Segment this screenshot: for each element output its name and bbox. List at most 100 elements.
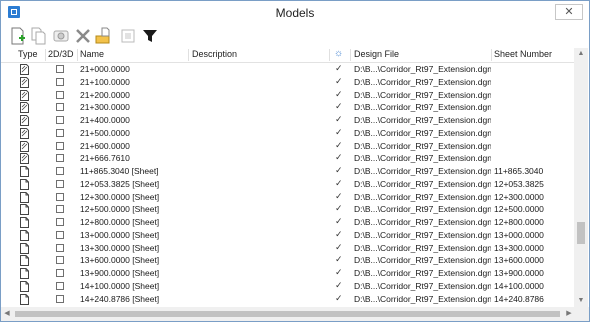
table-row[interactable]: 13+600.0000 [Sheet] ✓ D:\B...\Corridor_Rt9… [1,254,573,267]
2d3d-checkbox[interactable] [56,128,64,137]
design-file: D:\B...\Corridor_Rt97_Extension.dgn [354,76,491,87]
horizontal-scroll-thumb[interactable] [15,311,560,317]
table-row[interactable]: 12+500.0000 [Sheet] ✓ D:\B...\Corridor_Rt9… [1,203,573,216]
table-row[interactable]: 11+865.3040 [Sheet] ✓ D:\B...\Corridor_Rt9… [1,165,573,178]
new-model-icon[interactable] [9,27,27,45]
2d3d-checkbox[interactable] [56,294,64,303]
table-row[interactable]: 14+100.0000 [Sheet] ✓ D:\B...\Corridor_Rt9… [1,280,573,293]
sheet-number: 12+300.0000 [494,191,544,202]
vertical-scroll-thumb[interactable] [577,222,585,244]
2d3d-checkbox[interactable] [56,167,64,175]
column-name[interactable]: Name [80,49,104,59]
toolbar [1,25,589,47]
checkmark-icon: ✓ [335,165,343,175]
2d3d-checkbox[interactable] [56,230,64,239]
2d3d-checkbox[interactable] [56,269,64,277]
model-name: 21+400.0000 [80,115,130,125]
column-type[interactable]: Type [18,49,38,59]
table-row[interactable]: 14+240.8786 [Sheet] ✓ D:\B...\Corridor_Rt9… [1,293,573,306]
2d3d-checkbox[interactable] [56,243,64,252]
sheet-model-icon [20,166,29,177]
design-file: D:\B...\Corridor_Rt97_Extension.dgn [354,115,491,125]
design-model-icon [20,140,29,152]
2d3d-checkbox[interactable] [56,256,64,265]
scroll-down-icon[interactable]: ▼ [574,295,588,307]
column-design-file[interactable]: Design File [354,49,399,59]
model-name: 21+100.0000 [80,76,130,87]
table-row[interactable]: 12+300.0000 [Sheet] ✓ D:\B...\Corridor_Rt9… [1,191,573,204]
table-row[interactable]: 21+666.7610 ✓ D:\B...\Corridor_Rt97_Extens… [1,152,573,165]
2d3d-checkbox[interactable] [56,154,64,163]
checkmark-icon: ✓ [335,292,343,303]
2d3d-checkbox[interactable] [56,205,64,214]
2d3d-checkbox[interactable] [56,103,64,112]
2d3d-checkbox[interactable] [56,141,64,150]
checkmark-icon: ✓ [335,139,343,150]
sun-icon[interactable]: ☼ [334,48,343,59]
scroll-left-icon[interactable]: ◀ [1,307,13,321]
title-bar: Models ✕ [1,1,589,25]
sheet-number: 12+800.0000 [494,217,544,227]
table-row[interactable]: 13+000.0000 [Sheet] ✓ D:\B...\Corridor_Rt9… [1,229,573,242]
filter-icon[interactable] [141,27,159,45]
sheet-model-icon [20,191,29,203]
horizontal-scrollbar[interactable]: ◀ ▶ [1,307,575,321]
design-model-icon [20,115,29,126]
table-row[interactable]: 21+100.0000 ✓ D:\B...\Corridor_Rt97_Extens… [1,76,573,89]
checkmark-icon: ✓ [335,279,343,290]
table-row[interactable]: 21+600.0000 ✓ D:\B...\Corridor_Rt97_Extens… [1,140,573,153]
select-all-icon[interactable] [119,27,137,45]
checkmark-icon: ✓ [335,190,343,201]
sheet-number: 14+100.0000 [494,280,544,291]
scroll-up-icon[interactable]: ▲ [574,48,588,60]
design-file: D:\B...\Corridor_Rt97_Extension.dgn [354,153,491,164]
vertical-scrollbar[interactable]: ▲ ▼ [574,48,588,307]
scroll-right-icon[interactable]: ▶ [563,307,575,321]
model-name: 21+200.0000 [80,89,130,100]
model-name: 12+800.0000 [Sheet] [80,217,160,227]
design-model-icon [20,76,29,88]
sheet-model-icon [20,242,29,254]
design-file: D:\B...\Corridor_Rt97_Extension.dgn [354,268,491,278]
2d3d-checkbox[interactable] [56,65,64,73]
design-file: D:\B...\Corridor_Rt97_Extension.dgn [354,127,491,138]
column-sheet-number[interactable]: Sheet Number [494,49,552,59]
column-header: Type 2D/3D Name Description ☼ Design Fil… [1,48,575,63]
2d3d-checkbox[interactable] [56,77,64,86]
2d3d-checkbox[interactable] [56,179,64,188]
sheet-number: 11+865.3040 [494,166,544,176]
close-button[interactable]: ✕ [555,4,583,20]
table-row[interactable]: 21+500.0000 ✓ D:\B...\Corridor_Rt97_Extens… [1,127,573,140]
model-name: 13+600.0000 [Sheet] [80,255,160,266]
column-2d3d[interactable]: 2D/3D [48,49,74,59]
table-row[interactable]: 21+000.0000 ✓ D:\B...\Corridor_Rt97_Extens… [1,63,573,76]
sheet-model-icon [20,204,29,216]
design-file: D:\B...\Corridor_Rt97_Extension.dgn [354,166,491,176]
sheet-model-icon [20,268,29,279]
model-name: 21+300.0000 [80,102,130,113]
sheet-model-icon [20,217,29,228]
checkmark-icon: ✓ [335,63,343,73]
table-row[interactable]: 21+400.0000 ✓ D:\B...\Corridor_Rt97_Extens… [1,114,573,127]
delete-icon[interactable] [74,27,92,45]
design-model-icon [20,102,29,114]
2d3d-checkbox[interactable] [56,116,64,124]
properties-icon[interactable] [52,27,70,45]
table-row[interactable]: 12+800.0000 [Sheet] ✓ D:\B...\Corridor_Rt9… [1,216,573,229]
import-icon[interactable] [94,27,112,45]
table-row[interactable]: 13+900.0000 [Sheet] ✓ D:\B...\Corridor_Rt9… [1,267,573,280]
2d3d-checkbox[interactable] [56,281,64,290]
2d3d-checkbox[interactable] [56,192,64,201]
table-row[interactable]: 13+300.0000 [Sheet] ✓ D:\B...\Corridor_Rt9… [1,242,573,255]
2d3d-checkbox[interactable] [56,218,64,226]
design-file: D:\B...\Corridor_Rt97_Extension.dgn [354,242,491,253]
table-row[interactable]: 21+200.0000 ✓ D:\B...\Corridor_Rt97_Extens… [1,89,573,102]
checkmark-icon: ✓ [335,75,343,86]
table-row[interactable]: 12+053.3825 [Sheet] ✓ D:\B...\Corridor_Rt9… [1,178,573,191]
checkmark-icon: ✓ [335,254,343,265]
copy-model-icon[interactable] [30,27,48,45]
table-row[interactable]: 21+300.0000 ✓ D:\B...\Corridor_Rt97_Extens… [1,101,573,114]
2d3d-checkbox[interactable] [56,90,64,99]
column-description[interactable]: Description [192,49,237,59]
sheet-model-icon [20,229,29,241]
